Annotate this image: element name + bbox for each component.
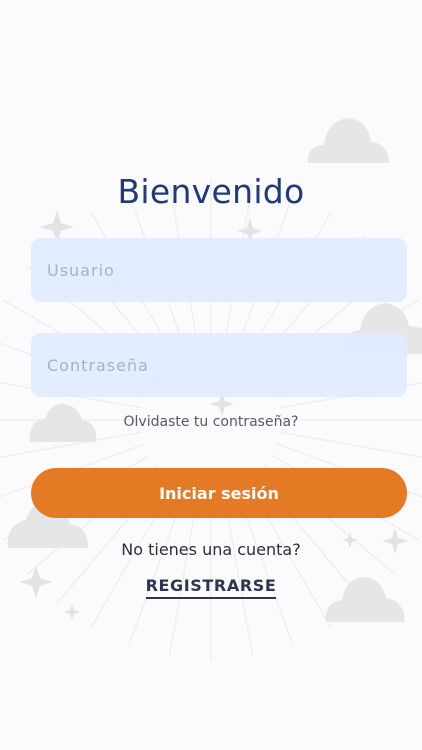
welcome-title: Bienvenido bbox=[117, 172, 305, 211]
password-input[interactable] bbox=[45, 354, 393, 376]
no-account-text: No tienes una cuenta? bbox=[121, 540, 301, 559]
password-field[interactable] bbox=[31, 333, 407, 397]
sparkle-icon bbox=[64, 604, 80, 620]
username-field[interactable] bbox=[31, 238, 407, 302]
register-container: REGISTRARSE bbox=[0, 576, 422, 599]
login-button[interactable]: Iniciar sesión bbox=[31, 468, 407, 518]
username-input[interactable] bbox=[45, 259, 393, 281]
register-link[interactable]: REGISTRARSE bbox=[145, 576, 277, 599]
cloud-icon bbox=[307, 118, 389, 163]
sunburst-ray bbox=[279, 431, 422, 458]
forgot-password-link[interactable]: Olvidaste tu contraseña? bbox=[0, 414, 422, 430]
